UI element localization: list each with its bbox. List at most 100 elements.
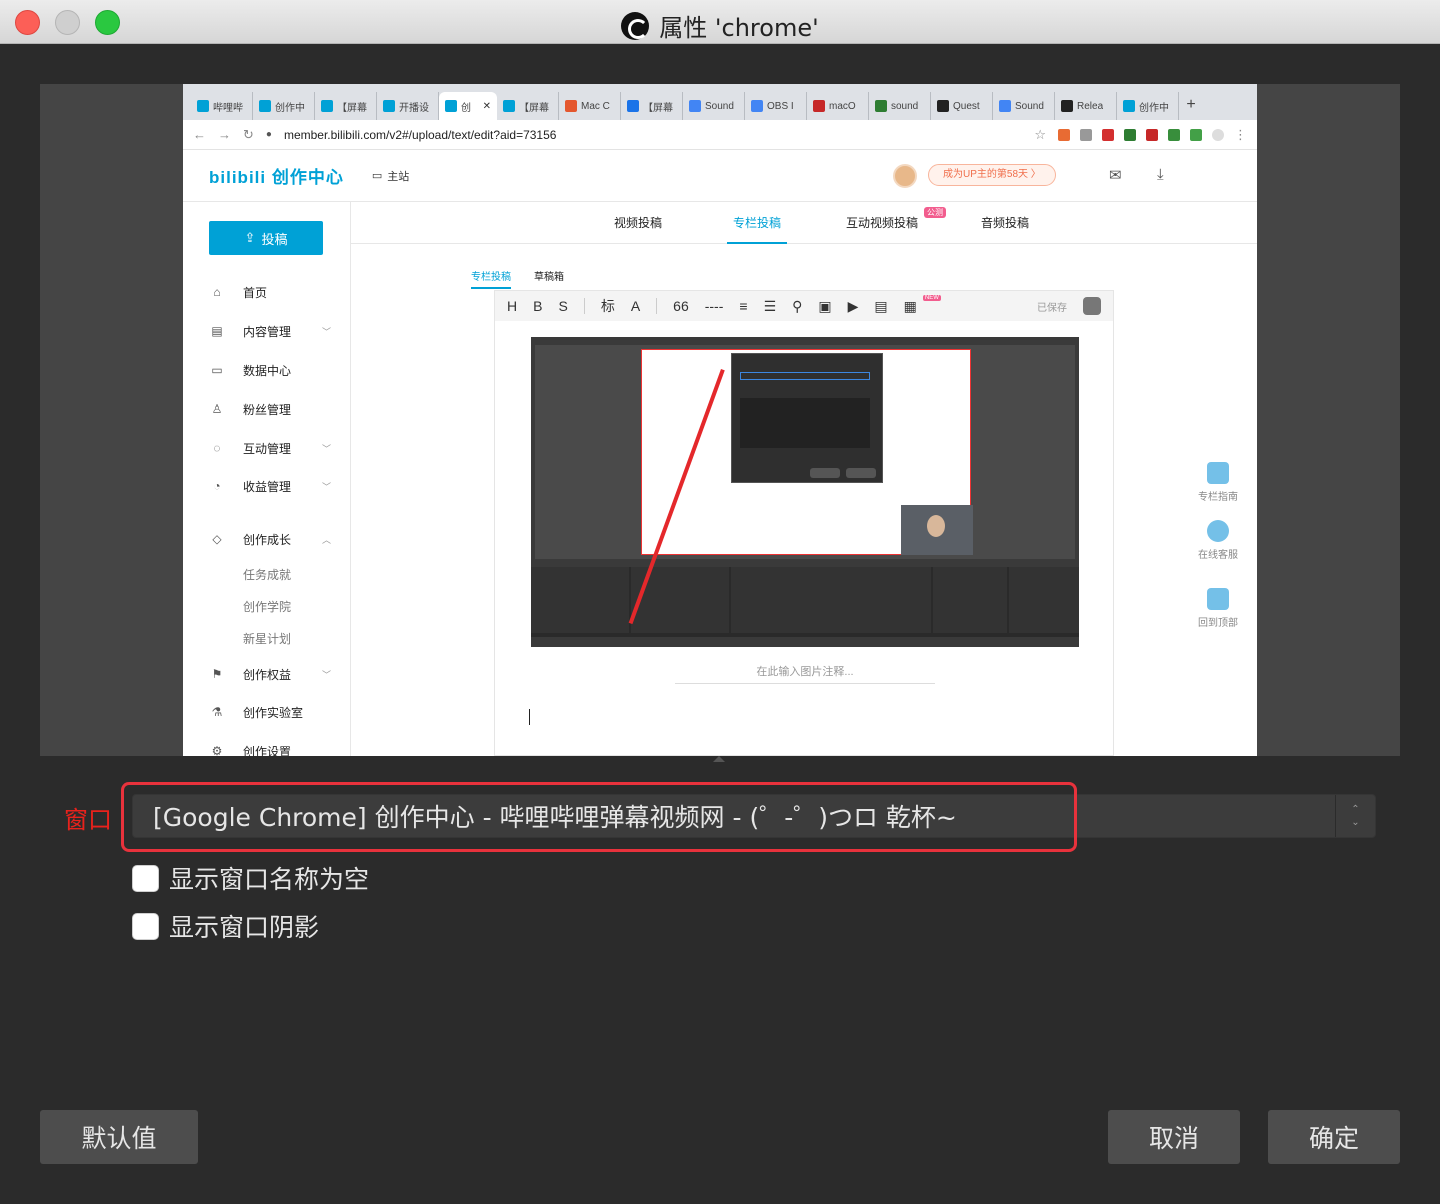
float-top: 回到顶部 [1191, 588, 1245, 629]
nested-face [927, 515, 945, 537]
chevron-icon: ︿ [321, 535, 331, 545]
bili-logo: bilibili 创作中心 [209, 168, 344, 187]
tab-favicon-icon [1123, 100, 1135, 112]
sidebar-item: ◔ 收益管理 ﹀ [209, 478, 331, 495]
extension-icon [1102, 128, 1114, 141]
menu-dots-icon: ⋮ [1234, 126, 1247, 142]
reload-icon: ↻ [243, 126, 254, 142]
browser-tab: Sound [993, 92, 1055, 120]
tab-label: 【屏幕 [643, 102, 673, 114]
editor-tool: B [533, 298, 543, 314]
sidebar-item-label: 收益管理 [243, 480, 292, 494]
show-shadow-option[interactable]: 显示窗口阴影 [132, 908, 319, 944]
sidebar-item-label: 创作实验室 [243, 706, 304, 720]
editor-tool: H [507, 298, 518, 314]
rocket-icon [1207, 588, 1229, 610]
window-select[interactable]: [Google Chrome] 创作中心 - 哔哩哔哩弹幕视频网 - (゜-゜)… [132, 794, 1376, 838]
captured-chrome-window: 哔哩哔 创作中 【屏幕 开播设创 ✕ 【屏幕 Mac C 【屏幕 Sound OBS ImacO s… [183, 84, 1257, 756]
editor-toolbar: H B S 标 A 66 ---- ≡ ☰ ⚲ ▣ ▶ ▤ ▦ NEW 已保存 [495, 291, 1113, 321]
float-service-label: 在线客服 [1198, 550, 1238, 561]
nested-dialog-button [846, 468, 876, 478]
sidebar-item-label: 互动管理 [243, 442, 292, 456]
sidebar-item-label: 数据中心 [243, 364, 292, 378]
tab-favicon-icon [627, 100, 639, 112]
defaults-button[interactable]: 默认值 [40, 1110, 198, 1164]
browser-tab: 哔哩哔 [191, 92, 253, 120]
main-tab: 专栏投稿 [726, 214, 788, 244]
tab-label: Mac C [581, 100, 610, 112]
main-tab-label: 专栏投稿 [733, 216, 782, 230]
browser-tab-bar: 哔哩哔 创作中 【屏幕 开播设创 ✕ 【屏幕 Mac C 【屏幕 Sound OBS ImacO s… [183, 84, 1257, 120]
tab-label: Relea [1077, 100, 1104, 112]
tab-label: Sound [1015, 100, 1044, 112]
nested-panel [731, 567, 931, 633]
tab-favicon-icon [503, 100, 515, 112]
browser-tab: macO [807, 92, 869, 120]
show-shadow-checkbox[interactable] [132, 912, 159, 940]
up-days-badge: 成为UP主的第58天 〉 [928, 164, 1056, 186]
bili-home-link: ▭ 主站 [372, 168, 409, 184]
browser-tab: 【屏幕 [621, 92, 683, 120]
upload-button: ⇪ 投稿 [209, 221, 323, 255]
bili-main-tabs: 视频投稿 专栏投稿 互动视频投稿 公测 音频投稿 [351, 202, 1257, 244]
tab-label: 哔哩哔 [213, 102, 243, 114]
lab-icon: ⚗ [211, 704, 223, 719]
sidebar-subitem: 新星计划 [243, 632, 292, 646]
lock-icon: ● [265, 129, 272, 140]
sidebar-item-label: 创作权益 [243, 668, 292, 682]
sidebar-item: ♙ 粉丝管理 [209, 401, 331, 418]
caption-underline [675, 683, 935, 684]
sidebar-item-label: 创作成长 [243, 533, 292, 547]
splitter-handle[interactable] [713, 756, 725, 762]
upload-button-label: 投稿 [261, 231, 288, 247]
data-icon: ▭ [211, 362, 223, 377]
tab-close-icon: ✕ [482, 100, 491, 112]
ok-button[interactable]: 确定 [1268, 1110, 1400, 1164]
interact-icon: ◌ [213, 440, 221, 455]
sidebar-item: ⚑ 创作权益 ﹀ [209, 666, 331, 683]
bili-home-label: 主站 [387, 170, 410, 183]
extension-icon [1058, 128, 1070, 141]
url-text: member.bilibili.com/v2#/upload/text/edit… [283, 127, 557, 142]
tab-label: 创 [461, 102, 471, 114]
subtab-drafts: 草稿箱 [534, 272, 564, 283]
sidebar-subitem: 任务成就 [243, 568, 292, 582]
tab-favicon-icon [383, 100, 395, 112]
browser-tab: sound [869, 92, 931, 120]
nested-panels [531, 567, 1079, 637]
sidebar-item: ▭ 数据中心 [209, 362, 331, 379]
chevron-icon: ﹀ [321, 444, 331, 454]
tab-label: 【屏幕 [337, 102, 367, 114]
editor-tool: ---- [704, 298, 724, 314]
tab-favicon-icon [445, 100, 457, 112]
tab-label: OBS I [767, 100, 794, 112]
tab-label: 【屏幕 [519, 102, 549, 114]
tab-label: macO [829, 100, 856, 112]
tab-favicon-icon [565, 100, 577, 112]
nested-panel [1009, 567, 1079, 633]
show-empty-names-option[interactable]: 显示窗口名称为空 [132, 860, 369, 896]
nested-panel [531, 567, 629, 633]
nested-dialog-field [740, 372, 870, 380]
tab-favicon-icon [937, 100, 949, 112]
guide-icon [1207, 462, 1229, 484]
beta-badge: 公测 [924, 207, 947, 218]
toolbar-divider [656, 298, 658, 314]
cancel-button[interactable]: 取消 [1108, 1110, 1240, 1164]
sidebar-item: ⌂ 首页 [209, 284, 331, 301]
sidebar-item-label: 内容管理 [243, 325, 292, 339]
editor-tool: ▤ [874, 297, 888, 314]
browser-tab: 开播设 [377, 92, 439, 120]
tab-favicon-icon [813, 100, 825, 112]
select-stepper-icon[interactable]: ⌃ ⌄ [1335, 795, 1375, 837]
float-service: 在线客服 [1191, 520, 1245, 561]
browser-tab: Relea [1055, 92, 1117, 120]
extension-icons: ⋮ [1058, 127, 1247, 143]
extension-icon [1168, 128, 1180, 141]
nested-dialog-list [740, 398, 870, 448]
embedded-obs-screenshot [531, 337, 1079, 647]
nested-dialog [731, 353, 883, 483]
tab-label: 开播设 [399, 102, 429, 114]
show-empty-names-checkbox[interactable] [132, 864, 159, 892]
browser-tab: 【屏幕 [315, 92, 377, 120]
